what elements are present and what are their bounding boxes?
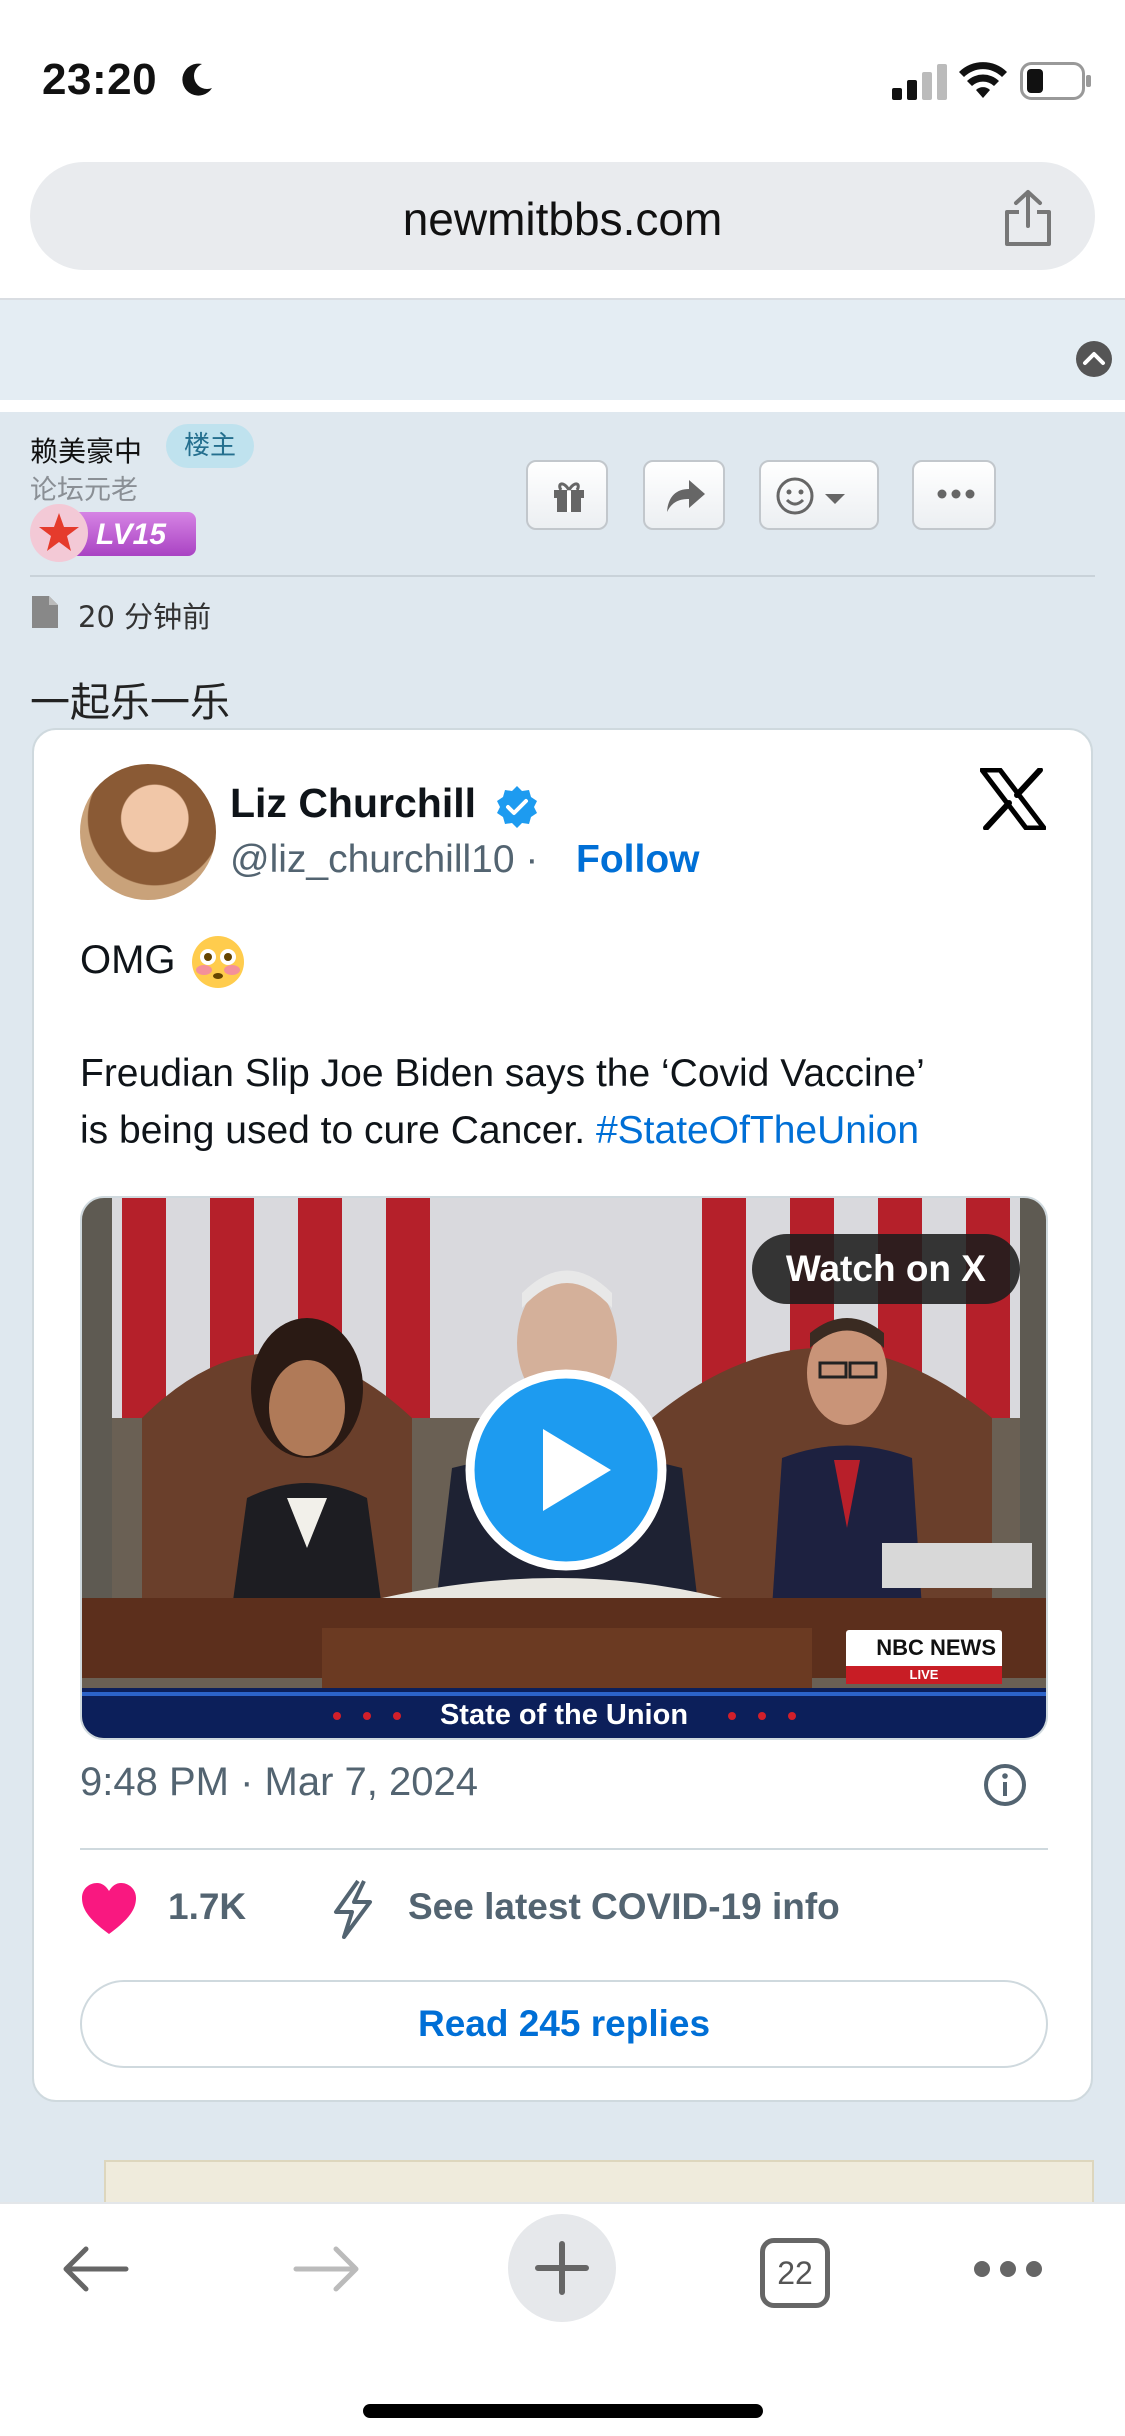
info-icon[interactable] <box>982 1762 1028 1808</box>
share-icon[interactable] <box>1001 188 1055 248</box>
tweet-text-line: Freudian Slip Joe Biden says the ‘Covid … <box>80 1052 925 1095</box>
tweet-text-line: is being used to cure Cancer. #StateOfTh… <box>80 1109 919 1153</box>
more-icon <box>937 489 975 499</box>
plus-icon <box>535 2241 589 2295</box>
forward-icon <box>667 480 705 512</box>
cellular-signal-icon <box>892 64 947 100</box>
play-icon[interactable] <box>465 1369 667 1571</box>
clock: 23:20 <box>42 55 158 104</box>
address-bar[interactable]: newmitbbs.com <box>30 162 1095 270</box>
divider <box>30 575 1095 577</box>
url-text[interactable]: newmitbbs.com <box>30 192 1095 246</box>
tweet-author-name[interactable]: Liz Churchill <box>230 780 476 827</box>
browser-header: newmitbbs.com <box>0 150 1125 300</box>
x-logo-icon[interactable] <box>980 768 1046 830</box>
level-badge: LV15 <box>30 504 196 562</box>
browser-toolbar: 22 <box>0 2202 1125 2436</box>
read-replies-button[interactable]: Read 245 replies <box>80 1980 1048 2068</box>
wifi-icon <box>959 62 1007 98</box>
verified-badge-icon <box>497 786 537 828</box>
moon-icon <box>182 63 212 96</box>
tweet-timestamp[interactable]: 9:48 PM · Mar 7, 2024 <box>80 1760 478 1805</box>
nbc-news-logo: NBC NEWS LIVE <box>846 1630 1002 1684</box>
author-title: 论坛元老 <box>30 475 138 506</box>
watch-on-x-button[interactable]: Watch on X <box>751 1234 1020 1304</box>
status-bar: 23:20 <box>0 0 1125 150</box>
tweet-text-line: OMG <box>80 938 176 982</box>
heart-icon[interactable] <box>80 1882 138 1936</box>
post-text: 一起乐一乐 <box>30 680 230 726</box>
hashtag-link[interactable]: #StateOfTheUnion <box>596 1109 919 1152</box>
follow-link[interactable]: Follow <box>576 838 699 882</box>
forward-icon[interactable] <box>292 2244 362 2294</box>
back-icon[interactable] <box>60 2244 130 2294</box>
forward-button[interactable] <box>643 460 725 530</box>
author-name[interactable]: 赖美豪中 <box>30 430 142 470</box>
forum-header-band <box>0 300 1125 400</box>
covid-info-link[interactable]: See latest COVID-19 info <box>408 1886 840 1928</box>
video-thumbnail[interactable]: Watch on X NBC NEWS LIVE State of the Un… <box>80 1196 1048 1740</box>
host-badge: 楼主 <box>166 424 254 468</box>
home-indicator <box>363 2404 763 2418</box>
star-icon <box>30 504 88 562</box>
more-icon[interactable] <box>972 2258 1044 2280</box>
flushed-face-icon <box>192 936 244 988</box>
scroll-up-icon[interactable] <box>1075 340 1113 378</box>
gift-icon <box>554 482 584 512</box>
document-icon <box>32 596 58 628</box>
level-text: LV15 <box>96 518 167 551</box>
post-time: 20 分钟前 <box>78 600 212 634</box>
gift-button[interactable] <box>526 460 608 530</box>
more-button[interactable] <box>912 460 996 530</box>
embedded-tweet[interactable]: Liz Churchill @liz_churchill10 · Follow … <box>32 728 1093 2102</box>
divider <box>80 1848 1048 1850</box>
live-label: LIVE <box>846 1666 1002 1684</box>
battery-icon <box>1020 62 1091 100</box>
divider <box>0 400 1125 412</box>
network-name: NBC NEWS <box>846 1630 1002 1666</box>
tweet-handle[interactable]: @liz_churchill10 · <box>230 838 538 882</box>
emoji-reaction-icon <box>776 477 845 515</box>
avatar[interactable] <box>80 764 216 900</box>
lightning-icon <box>334 1879 372 1939</box>
video-banner-text: State of the Union <box>439 1699 689 1731</box>
tabs-icon[interactable]: 22 <box>760 2238 830 2308</box>
new-tab-button[interactable] <box>508 2214 616 2322</box>
like-count[interactable]: 1.7K <box>168 1886 246 1928</box>
reaction-button[interactable] <box>759 460 879 530</box>
forum-post: 赖美豪中 楼主 论坛元老 LV15 20 分钟前 一起乐一乐 Liz Churc… <box>0 412 1125 2220</box>
tweet-text: is being used to cure Cancer. <box>80 1109 596 1152</box>
